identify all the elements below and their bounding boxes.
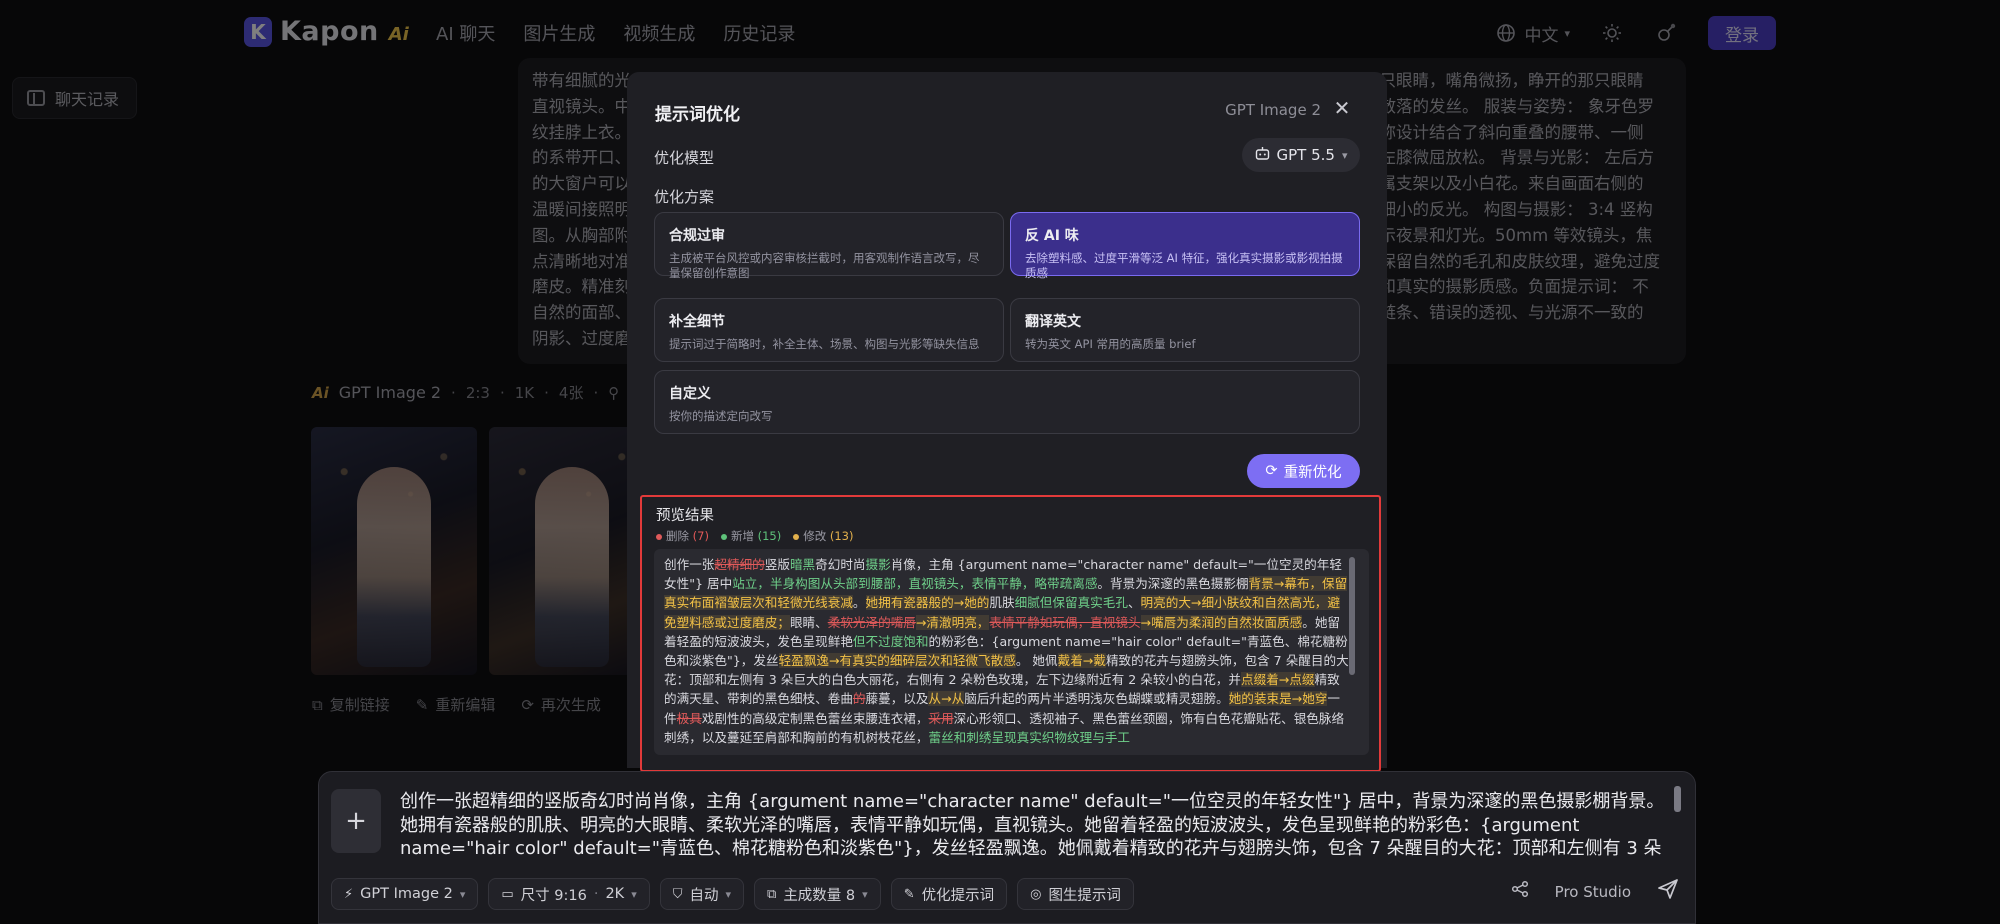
scan-icon: ◎ [1030,886,1042,902]
composer-scrollbar[interactable] [1674,786,1681,812]
sparkle-icon: ⚡ [344,886,354,902]
diff-modify: 她拥有瓷器般的→她的 [865,595,990,611]
dialog-model-tag: GPT Image 2 [1225,101,1321,119]
modify-label: 修改 [803,529,827,543]
diff-delete: 极具 [676,710,702,726]
diff-modify: →嘴唇为柔润的自然妆面质感 [1140,614,1303,630]
send-icon[interactable] [1657,878,1679,905]
diff-add: 蕾丝和刺绣呈现真实织物纹理与手工 [928,729,1130,745]
diff-modify: 戴着→戴 [1057,653,1106,669]
plan-desc: 转为英文 API 常用的高质量 brief [1025,337,1196,351]
diff-delete: 表情平静如玩偶，直视镜头 [989,614,1141,630]
diff-delete: 采用 [928,710,954,726]
diff-modify: 点缀着→点缀 [1241,672,1315,688]
diff-stats: 删除 (7) 新增 (15) 修改 (13) [656,528,853,544]
mode-select[interactable]: ⛉ 自动 ▾ [659,878,745,910]
plan-title: 合规过审 [669,228,725,244]
preview-title: 预览结果 [656,508,714,524]
image-to-prompt-button[interactable]: ◎ 图生提示词 [1017,878,1134,910]
optimize-model-select[interactable]: GPT 5.5 ▾ [1242,138,1360,172]
robot-icon [1255,146,1270,164]
modify-dot [793,533,800,540]
model-select-label: GPT Image 2 [360,886,453,902]
reoptimize-label: 重新优化 [1283,464,1342,481]
diff-add: 但不过度饱和 [852,633,929,649]
plan-desc: 去除塑料感、过度平滑等泛 AI 特征，强化真实摄影或影视拍摄质感 [1025,251,1343,280]
diff-preview-text[interactable]: 创作一张超精细的竖版暗黑奇幻时尚摄影肖像，主角 {argument name="… [654,549,1369,755]
plan-title: 自定义 [669,386,711,402]
pro-studio-link[interactable]: Pro Studio [1555,883,1631,901]
composer-toolbar: ⚡ GPT Image 2 ▾ ▭ 尺寸 9:16 · 2K ▾ ⛉ 自动 ▾ … [331,878,1134,910]
mode-label: 自动 [689,887,719,904]
plan-card-custom[interactable]: 自定义 按你的描述定向改写 [654,370,1360,434]
size-select[interactable]: ▭ 尺寸 9:16 · 2K ▾ [488,878,650,910]
diff-add: 站立，半身构图从头部到腰部，直视镜头，表情平静，略带疏离感 [732,576,1098,592]
dialog-title: 提示词优化 [655,105,740,125]
diff-delete: 超精细的 [714,557,765,572]
plan-card-fill-details[interactable]: 补全细节 提示词过于简略时，补全主体、场景、构图与光影等缺失信息 [654,298,1004,362]
optimize-model-value: GPT 5.5 [1276,146,1335,164]
count-select[interactable]: ⧉ 主成数量 8 ▾ [754,878,881,910]
diff-modify: 轻盈飘逸→有真实的细碎层次和轻微飞散感 [778,653,1016,669]
chevron-down-icon: ▾ [1341,148,1348,162]
prompt-input[interactable]: 创作一张超精细的竖版奇幻时尚肖像，主角 {argument name="char… [400,790,1668,862]
chevron-down-icon: ▾ [862,887,868,901]
delete-stat: 删除 (7) [656,528,709,544]
preview-scrollbar[interactable] [1349,557,1355,675]
plan-card-compliance[interactable]: 合规过审 主成被平台风控或内容审核拦截时，用客观制作语言改写，尽量保留创作意图 [654,212,1004,280]
preview-result-panel: 预览结果 删除 (7) 新增 (15) 修改 (13) 创作一张超精细的竖版暗黑… [640,495,1381,772]
diff-add: 摄影 [865,557,891,572]
modify-stat: 修改 (13) [793,528,853,544]
add-label: 新增 [730,529,754,543]
add-dot [720,533,727,540]
refresh-icon: ⟳ [1265,463,1278,479]
model-select[interactable]: ⚡ GPT Image 2 ▾ [331,878,479,910]
diff-add: 暗黑 [789,557,816,572]
plan-title: 反 AI 味 [1025,228,1079,244]
plan-desc: 主成被平台风控或内容审核拦截时，用客观制作语言改写，尽量保留创作意图 [669,251,980,280]
add-attachment-button[interactable]: + [331,789,381,853]
calendar-icon: ▭ [501,886,514,902]
plan-desc: 提示词过于简略时，补全主体、场景、构图与光影等缺失信息 [669,337,980,351]
image-to-prompt-label: 图生提示词 [1048,887,1121,904]
diff-modify: 从→从 [928,691,965,707]
reoptimize-button[interactable]: ⟳ 重新优化 [1247,454,1360,488]
dot-separator: · [593,886,599,902]
add-stat: 新增 (15) [720,528,782,544]
copy-icon: ⧉ [767,886,777,902]
chevron-down-icon: ▾ [725,887,732,901]
delete-dot [656,533,662,540]
optimize-prompt-label: 优化提示词 [921,887,995,904]
wand-icon: ✎ [903,886,915,902]
diff-modify: →清澈明亮， [915,614,990,630]
diff-delete: 柔软光泽的嘴唇 [827,614,916,630]
close-icon[interactable]: ✕ [1331,96,1353,120]
modify-count: (13) [829,529,854,543]
plan-card-anti-ai[interactable]: 反 AI 味 去除塑料感、过度平滑等泛 AI 特征，强化真实摄影或影视拍摄质感 [1010,212,1360,280]
count-label: 主成数量 8 [783,887,856,904]
chevron-down-icon: ▾ [459,887,466,901]
composer-right-actions: Pro Studio [1511,878,1679,905]
tag-icon: ⛉ [672,886,683,902]
diff-add: 细腻但保留真实毛孔 [1014,595,1128,611]
optimize-plan-label: 优化方案 [654,188,715,206]
plan-title: 补全细节 [669,314,725,330]
add-count: (15) [757,529,782,543]
diff-modify: 她的装束是→她穿 [1228,691,1328,707]
app-root: K Kapon Ai AI 聊天 图片生成 视频生成 历史记录 中文 ▾ [0,0,2000,924]
diff-delete: 的 [852,691,866,707]
delete-count: (7) [692,529,709,543]
prompt-composer: + 创作一张超精细的竖版奇幻时尚肖像，主角 {argument name="ch… [318,771,1696,924]
size-label: 尺寸 9:16 [520,887,587,904]
resolution-label: 2K [605,886,625,902]
share-icon[interactable] [1511,880,1529,903]
delete-label: 删除 [666,529,689,543]
optimize-model-label: 优化模型 [654,149,715,167]
chevron-down-icon: ▾ [631,887,637,901]
plan-desc: 按你的描述定向改写 [669,409,773,423]
plan-title: 翻译英文 [1025,314,1081,330]
plan-card-translate-en[interactable]: 翻译英文 转为英文 API 常用的高质量 brief [1010,298,1360,362]
optimize-prompt-button[interactable]: ✎ 优化提示词 [890,878,1008,910]
